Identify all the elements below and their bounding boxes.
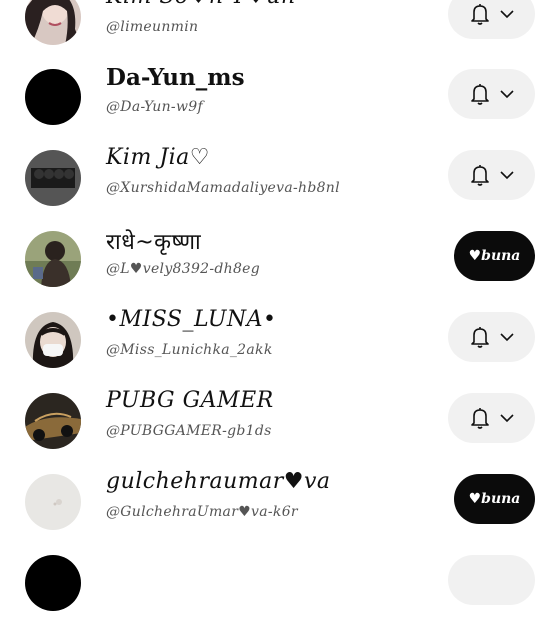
channel-name[interactable]: राधे~कृष्णा	[106, 226, 201, 256]
bell-icon	[470, 4, 489, 25]
channel-handle: @L♥vely8392-dh8eg	[106, 261, 261, 277]
chevron-down-icon	[499, 10, 514, 19]
bell-icon	[470, 165, 489, 186]
avatar[interactable]	[25, 474, 81, 530]
notification-button[interactable]	[448, 312, 535, 362]
channel-name[interactable]: Kim So♥n Y♥un	[106, 0, 296, 9]
channel-row[interactable]	[0, 542, 560, 622]
avatar[interactable]	[25, 312, 81, 368]
channel-handle: @XurshidaMamadaliyeva-hb8nl	[106, 180, 340, 196]
channel-handle: @Miss_Lunichka_2akk	[106, 342, 273, 358]
channel-name[interactable]: •MISS_LUNA•	[106, 307, 277, 332]
channel-row[interactable]: PUBG GAMER @PUBGGAMER-gb1ds	[0, 380, 560, 460]
channel-row[interactable]: •MISS_LUNA• @Miss_Lunichka_2akk	[0, 299, 560, 379]
notification-button[interactable]	[448, 69, 535, 119]
channel-handle: @Da-Yun-w9f	[106, 99, 203, 115]
channel-row[interactable]: Kim Jia♡ @XurshidaMamadaliyeva-hb8nl	[0, 137, 560, 217]
chevron-down-icon	[499, 171, 514, 180]
subscribe-button[interactable]: ♥buna	[454, 474, 535, 524]
channel-handle: @limeunmin	[106, 19, 199, 35]
channel-name[interactable]: Kim Jia♡	[106, 145, 210, 170]
bell-icon	[470, 327, 489, 348]
avatar[interactable]	[25, 231, 81, 287]
channel-name[interactable]: Da-Yun_ms	[106, 64, 245, 91]
channel-row[interactable]: Da-Yun_ms @Da-Yun-w9f	[0, 56, 560, 136]
avatar[interactable]	[25, 69, 81, 125]
avatar[interactable]	[25, 150, 81, 206]
channel-row[interactable]: राधे~कृष्णा @L♥vely8392-dh8eg ♥buna	[0, 218, 560, 298]
bell-icon	[470, 408, 489, 429]
notification-button[interactable]	[448, 150, 535, 200]
avatar[interactable]	[25, 393, 81, 449]
channel-handle: @GulchehraUmar♥va-k6r	[106, 504, 298, 520]
channel-name[interactable]: PUBG GAMER	[106, 388, 274, 413]
chevron-down-icon	[499, 414, 514, 423]
notification-button[interactable]	[448, 0, 535, 39]
subscribe-button[interactable]: ♥buna	[454, 231, 535, 281]
chevron-down-icon	[499, 90, 514, 99]
channel-row[interactable]: Kim So♥n Y♥un @limeunmin	[0, 0, 560, 56]
notification-button[interactable]	[448, 393, 535, 443]
avatar[interactable]	[25, 0, 81, 45]
notification-button[interactable]	[448, 555, 535, 605]
channel-row[interactable]: gulchehraumar♥va @GulchehraUmar♥va-k6r ♥…	[0, 461, 560, 541]
avatar[interactable]	[25, 555, 81, 611]
channel-handle: @PUBGGAMER-gb1ds	[106, 423, 272, 439]
bell-icon	[470, 84, 489, 105]
chevron-down-icon	[499, 333, 514, 342]
channel-name[interactable]: gulchehraumar♥va	[106, 469, 331, 494]
